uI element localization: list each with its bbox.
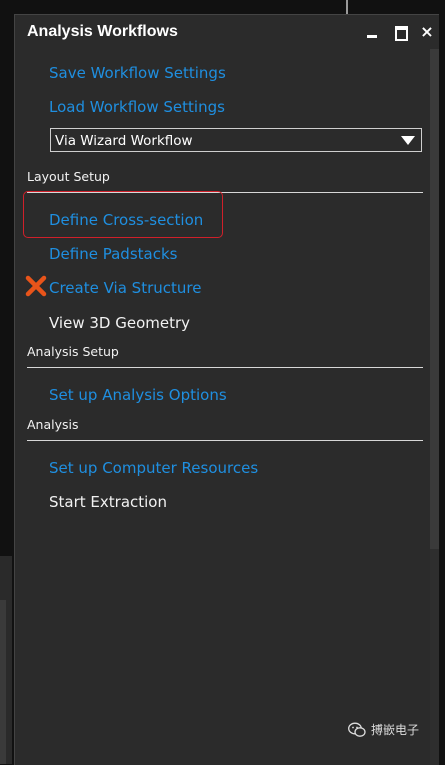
analysis-workflows-panel: Analysis Workflows × Save Workflow Setti… [14, 14, 439, 765]
create-via-structure-link[interactable]: Create Via Structure [49, 279, 201, 297]
maximize-icon[interactable] [393, 24, 409, 41]
section-divider [27, 440, 423, 441]
section-heading-analysis-setup: Analysis Setup [27, 344, 119, 359]
vertical-scrollbar[interactable] [430, 49, 439, 549]
save-workflow-settings-link[interactable]: Save Workflow Settings [49, 64, 226, 82]
watermark: 搏嵌电子 [348, 721, 419, 738]
error-x-icon [25, 275, 47, 297]
title-bar[interactable]: Analysis Workflows × [15, 15, 439, 49]
watermark-text: 搏嵌电子 [371, 723, 420, 737]
workflow-select-value: Via Wizard Workflow [55, 133, 193, 149]
start-extraction-item[interactable]: Start Extraction [49, 493, 167, 511]
wechat-icon [348, 722, 366, 737]
set-up-analysis-options-link[interactable]: Set up Analysis Options [49, 386, 227, 404]
workflow-select[interactable]: Via Wizard Workflow [50, 128, 422, 152]
chevron-down-icon[interactable] [401, 136, 415, 145]
background-window-edge [346, 0, 348, 14]
define-cross-section-link[interactable]: Define Cross-section [49, 211, 203, 229]
section-heading-layout-setup: Layout Setup [27, 169, 110, 184]
minimize-icon[interactable] [364, 24, 380, 40]
set-up-computer-resources-link[interactable]: Set up Computer Resources [49, 459, 258, 477]
load-workflow-settings-link[interactable]: Load Workflow Settings [49, 98, 225, 116]
scrollbar-track [430, 549, 439, 765]
section-heading-analysis: Analysis [27, 417, 79, 432]
section-divider [27, 367, 423, 368]
close-icon[interactable]: × [419, 24, 435, 40]
define-padstacks-link[interactable]: Define Padstacks [49, 245, 177, 263]
view-3d-geometry-item[interactable]: View 3D Geometry [49, 314, 190, 332]
background-window-strip-inner [0, 600, 6, 764]
panel-title: Analysis Workflows [27, 23, 178, 40]
